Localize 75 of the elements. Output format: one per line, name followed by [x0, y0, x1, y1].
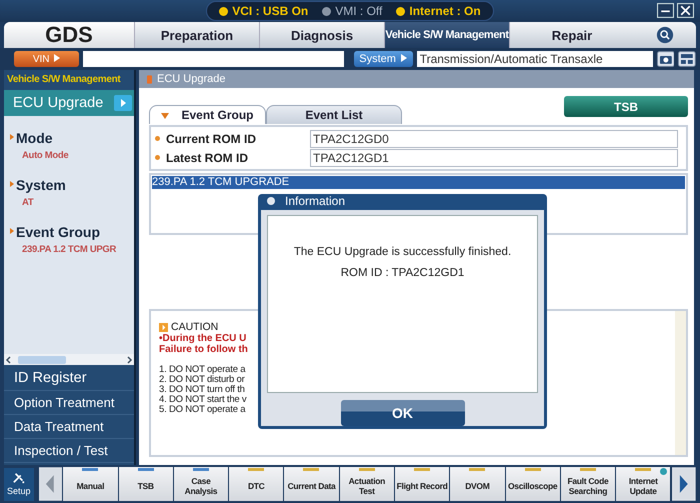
- vertical-scrollbar[interactable]: [675, 311, 686, 455]
- sidebar-menu-item[interactable]: Inspection / Test: [4, 439, 134, 463]
- bullet-icon: [155, 136, 160, 141]
- caution-icon: [159, 322, 168, 332]
- caution-step: 1. DO NOT operate a: [159, 365, 246, 375]
- caution-step: 4. DO NOT start the v: [159, 395, 246, 405]
- status-label: VCI : USB On: [232, 4, 308, 18]
- sidebar-menu-item[interactable]: Option Treatment: [4, 391, 134, 415]
- triangle-icon: [400, 54, 407, 62]
- camera-icon[interactable]: [656, 51, 674, 67]
- close-icon[interactable]: [677, 3, 694, 18]
- nav-tab[interactable]: Vehicle S/W Management: [384, 22, 509, 48]
- warning-text: •During the ECU U: [159, 333, 246, 344]
- logo: GDS: [4, 22, 134, 48]
- tools-icon: [12, 472, 26, 484]
- content-tab[interactable]: Event List: [266, 105, 402, 124]
- rom-id-field: TPA2C12GD0: [310, 130, 678, 148]
- sidebar-title: Vehicle S/W Management: [4, 70, 134, 90]
- toolbar-button[interactable]: Oscilloscope: [506, 467, 560, 501]
- current-label: ECU Upgrade: [13, 95, 104, 111]
- toolbar-button[interactable]: Manual: [63, 467, 118, 501]
- warning-text: Failure to follow th: [159, 344, 248, 355]
- caution-step: 3. DO NOT turn off th: [159, 385, 245, 395]
- search-icon[interactable]: [656, 26, 674, 44]
- scroll-left-icon[interactable]: [5, 356, 13, 364]
- section-label: System: [10, 177, 66, 193]
- toolbar-button[interactable]: DVOM: [450, 467, 505, 501]
- section-value: AT: [21, 197, 35, 208]
- nav-tab[interactable]: Repair: [509, 22, 634, 48]
- toolbar-button[interactable]: Internet Update: [616, 467, 670, 501]
- caution-step: 5. DO NOT operate a: [159, 405, 246, 415]
- status-label: VMI : Off: [335, 4, 382, 18]
- field-label: Current ROM ID: [166, 132, 257, 146]
- section-value: 239.PA 1.2 TCM UPGR: [21, 244, 118, 255]
- caution-step: 2. DO NOT disturb or: [159, 375, 245, 385]
- dialog-title: Information: [285, 194, 346, 208]
- system-button[interactable]: System: [354, 51, 413, 67]
- nav-tab[interactable]: Preparation: [134, 22, 259, 48]
- caution-title: CAUTION: [171, 321, 218, 333]
- toolbar-button[interactable]: Case Analysis: [174, 467, 228, 501]
- sidebar-menu-item[interactable]: ID Register: [4, 367, 134, 391]
- module-icon: [147, 74, 152, 84]
- nav-tab[interactable]: Diagnosis: [259, 22, 384, 48]
- layout-icon[interactable]: [678, 51, 696, 67]
- rom-id-field: TPA2C12GD1: [310, 148, 678, 166]
- toolbar-button[interactable]: DTC: [229, 467, 284, 501]
- section-label: Mode: [10, 130, 53, 146]
- status-label: Internet : On: [409, 4, 481, 18]
- section-value: Auto Mode: [21, 150, 70, 161]
- tsb-button[interactable]: TSB: [564, 96, 688, 117]
- field-label: Latest ROM ID: [166, 150, 250, 164]
- content-tab[interactable]: Event Group: [149, 105, 266, 124]
- scroll-right-icon[interactable]: [125, 356, 133, 364]
- toolbar-button[interactable]: Actuation Test: [340, 467, 394, 501]
- ok-button[interactable]: OK: [340, 400, 464, 426]
- arrow-button-icon[interactable]: [114, 95, 132, 111]
- dialog-message: The ECU Upgrade is successfully finished.: [294, 246, 512, 258]
- vin-field[interactable]: [83, 51, 344, 67]
- bullet-icon: [155, 155, 160, 160]
- section-label: Event Group: [10, 224, 100, 240]
- toolbar-button[interactable]: TSB: [118, 467, 173, 501]
- toolbar-button[interactable]: Fault Code Searching: [560, 467, 616, 501]
- breadcrumb: ECU Upgrade: [157, 73, 226, 85]
- setup-button[interactable]: Setup: [4, 468, 34, 500]
- horizontal-scrollbar[interactable]: [4, 354, 134, 365]
- sidebar-menu-item[interactable]: Data Treatment: [4, 415, 134, 439]
- triangle-icon: [161, 112, 170, 119]
- dialog-detail: ROM ID : TPA2C12GD1: [340, 266, 464, 279]
- event-row[interactable]: 239.PA 1.2 TCM UPGRADE: [152, 176, 685, 189]
- toolbar-button[interactable]: Current Data: [284, 467, 339, 501]
- minimize-icon[interactable]: [657, 3, 674, 18]
- triangle-icon: [54, 54, 60, 62]
- window-icon: [267, 197, 275, 206]
- toolbar-button[interactable]: Flight Record: [394, 467, 450, 501]
- system-field[interactable]: Transmission/Automatic Transaxle: [416, 51, 652, 67]
